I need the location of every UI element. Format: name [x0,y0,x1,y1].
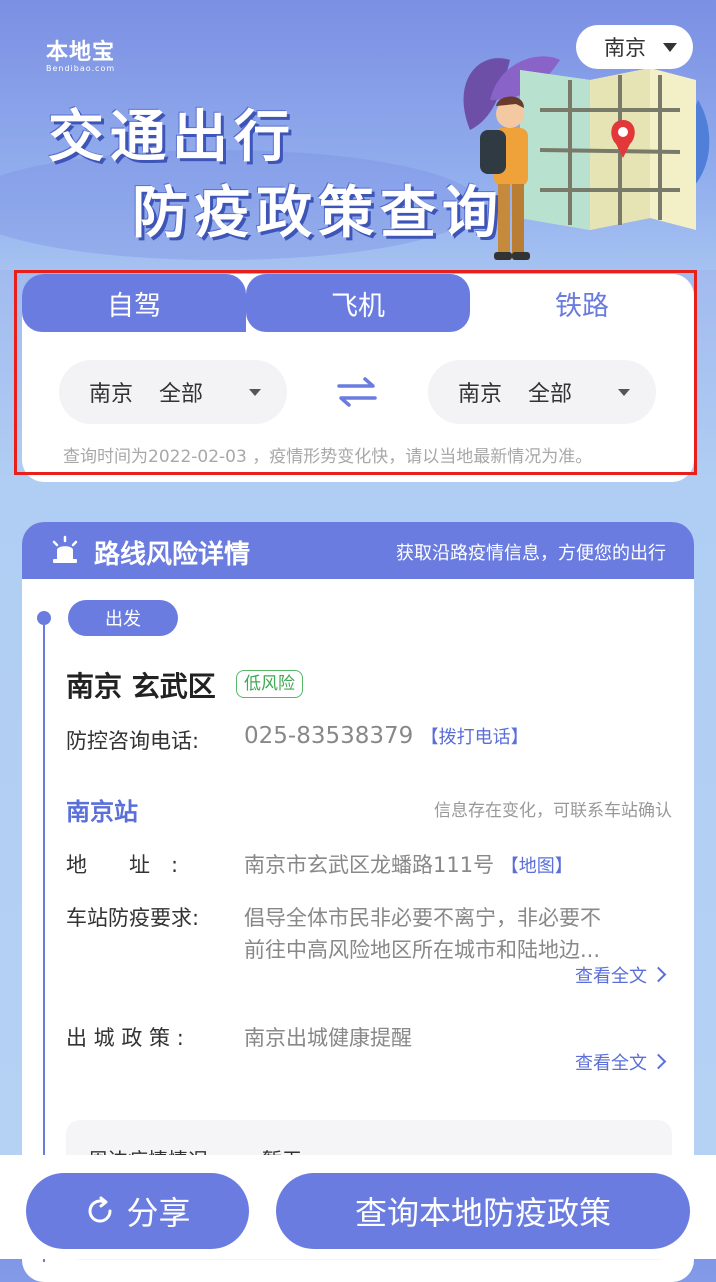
address-label: 地 址 : [66,853,179,877]
logo-subtext: Bendibao.com [46,64,116,73]
depart-place: 南京 玄武区 [66,670,216,703]
view-full-text-link-2[interactable]: 查看全文 [575,1049,667,1075]
share-icon [89,1196,112,1223]
from-district: 全部 [159,382,204,407]
logo-text: 本地宝 [46,40,116,65]
query-local-policy-button[interactable]: 查询本地防疫政策 [276,1173,690,1249]
risk-level-badge: 低风险 [236,670,303,698]
banner-title-line1: 交通出行 [48,105,296,170]
view-full-text-link-1[interactable]: 查看全文 [575,962,667,988]
chevron-right-icon [650,1053,667,1070]
tab-self-drive[interactable]: 自驾 [22,274,246,332]
from-location-select[interactable]: 南京 全部 [59,360,287,424]
caret-down-icon [663,43,677,52]
alarm-light-icon [52,535,78,563]
address-value: 南京市玄武区龙蟠路111号 [244,853,495,877]
caret-down-icon [618,389,630,396]
exit-policy-label: 出 城 政 策 : [66,1026,184,1050]
traveler-map-illustration [463,56,710,260]
swap-direction-icon[interactable] [335,374,379,410]
query-card: 自驾 飞机 铁路 南京 全部 南京 全部 查询时间为2022-02-03 ，疫情… [22,274,694,482]
address-row: 南京市玄武区龙蟠路111号 【地图】 [244,849,573,879]
view-full-text-label: 查看全文 [575,1053,647,1074]
hotline-row: 025-83538379 【拨打电话】 [244,723,529,749]
city-selector-value: 南京 [604,36,646,60]
route-risk-title: 路线风险详情 [94,540,251,570]
to-district: 全部 [528,382,573,407]
transport-mode-tabs: 自驾 飞机 铁路 [22,274,694,332]
exit-policy-value: 南京出城健康提醒 [244,1026,412,1050]
hotline-label: 防控咨询电话: [66,729,200,753]
map-link[interactable]: 【地图】 [501,856,573,877]
header-banner: 本地宝 Bendibao.com 交通出行 防疫政策查询 南京 [0,0,716,270]
station-name: 南京站 [66,798,138,826]
requirement-label: 车站防疫要求: [66,906,200,930]
requirement-line-2: 前往中高风险地区所在城市和陆地边... [244,938,601,962]
requirement-line-1: 倡导全体市民非必要不离宁，非必要不 [244,906,601,930]
chevron-right-icon [650,966,667,983]
tab-railway[interactable]: 铁路 [470,274,694,332]
route-risk-subtitle: 获取沿路疫情信息，方便您的出行 [396,543,666,564]
view-full-text-label: 查看全文 [575,966,647,987]
query-time-notice: 查询时间为2022-02-03 ，疫情形势变化快，请以当地最新情况为准。 [63,447,593,467]
to-location-select[interactable]: 南京 全部 [428,360,656,424]
from-city: 南京 [89,382,134,407]
share-button[interactable]: 分享 [26,1173,249,1249]
city-selector[interactable]: 南京 [576,25,693,69]
caret-down-icon [249,389,261,396]
bendibao-logo: 本地宝 Bendibao.com [46,34,115,73]
banner-title-line2: 防疫政策查询 [132,181,504,246]
to-city: 南京 [458,382,503,407]
share-label: 分享 [126,1194,191,1232]
depart-badge: 出发 [68,600,178,636]
route-risk-header: 路线风险详情 获取沿路疫情信息，方便您的出行 [22,522,694,579]
hotline-number: 025-83538379 [244,723,414,749]
call-phone-link[interactable]: 【拨打电话】 [421,727,529,748]
station-note: 信息存在变化，可联系车站确认 [434,801,672,821]
bottom-action-bar: 分享 查询本地防疫政策 [0,1155,716,1259]
tab-flight[interactable]: 飞机 [246,274,470,332]
